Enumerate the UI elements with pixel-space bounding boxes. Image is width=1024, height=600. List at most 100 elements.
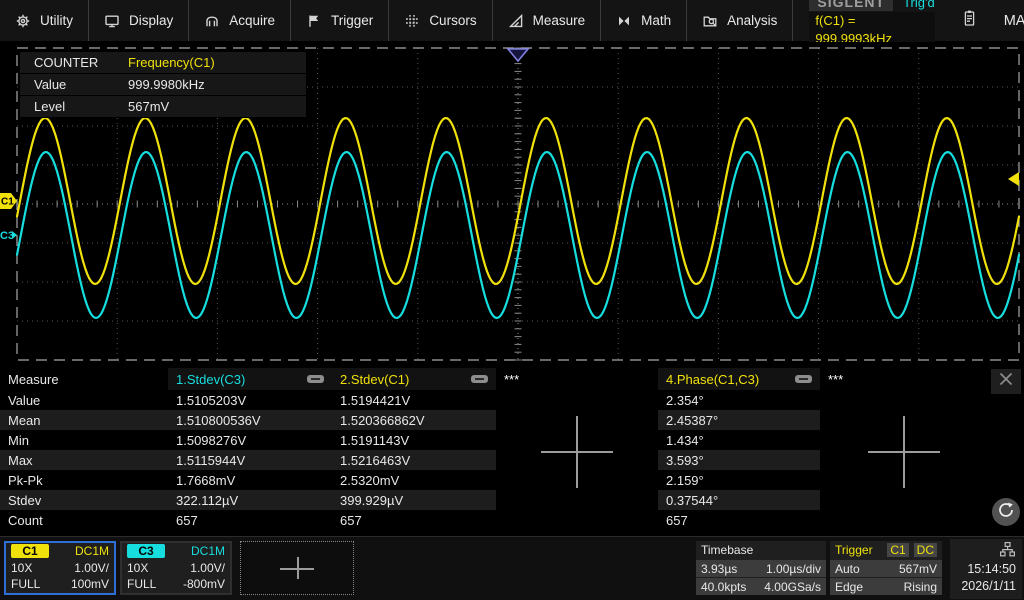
counter-value-label: Value xyxy=(20,77,128,92)
c3-zero-marker[interactable] xyxy=(12,231,17,239)
measure-value-cell xyxy=(820,390,988,410)
measure-value-cell: 0.37544° xyxy=(658,490,820,510)
measure-value-cell: 1.520366862V xyxy=(332,410,496,430)
trigger-box[interactable]: Trigger C1 DC Auto 567mV Edge Rising xyxy=(830,541,942,595)
menu-item-analysis[interactable]: Analysis xyxy=(687,0,793,41)
menu-item-acquire[interactable]: Acquire xyxy=(189,0,291,41)
offset-value: 100mV xyxy=(71,577,109,591)
menu-item-label: Acquire xyxy=(229,13,275,28)
timebase-box[interactable]: Timebase 3.93µs 1.00µs/div 40.0kpts 4.00… xyxy=(696,541,826,595)
menu-item-display[interactable]: Display xyxy=(89,0,189,41)
measure-value-cell: 1.5105203V xyxy=(168,390,332,410)
trigger-coupling-chip: DC xyxy=(914,543,937,557)
memory-depth: 40.0kpts xyxy=(701,580,746,594)
measure-row-label: Max xyxy=(0,450,168,470)
measure-value-cell: 3.593° xyxy=(658,450,820,470)
volts-per-div: 1.00V/ xyxy=(190,561,225,575)
menu-item-label: Measure xyxy=(533,13,586,28)
bandwidth-value: FULL xyxy=(127,577,156,591)
timebase-title: Timebase xyxy=(701,543,753,557)
measure-value-cell xyxy=(496,490,658,510)
close-measure-panel-button[interactable] xyxy=(991,369,1021,394)
menu-item-label: Display xyxy=(129,13,173,28)
menu-item-trigger[interactable]: Trigger xyxy=(291,0,389,41)
measure-value-cell xyxy=(496,390,658,410)
measure-value-cell: 399.929µV xyxy=(332,490,496,510)
counter-overlay: COUNTER Frequency(C1) Value 999.9980kHz … xyxy=(20,52,306,118)
system-time: 15:14:50 xyxy=(967,561,1016,578)
add-measurement-button[interactable] xyxy=(868,416,940,488)
channel-box-c1[interactable]: C1 DC1M 10X 1.00V/ FULL 100mV xyxy=(4,541,116,595)
measure-row-value: Value1.5105203V1.5194421V2.354° xyxy=(0,390,1024,410)
trigger-source-chip: C1 xyxy=(887,543,908,557)
add-measurement-button[interactable] xyxy=(541,416,613,488)
counter-value-row: Value 999.9980kHz xyxy=(20,74,306,96)
remove-measurement-button[interactable] xyxy=(471,375,488,383)
monitor-icon xyxy=(104,13,120,29)
measure-panel: Measure 1.Stdev(C3) 2.Stdev(C1) *** 4.Ph… xyxy=(0,368,1024,536)
reset-statistics-button[interactable] xyxy=(992,498,1020,526)
remove-measurement-button[interactable] xyxy=(307,375,324,383)
measure-value-cell: 1.5194421V xyxy=(332,390,496,410)
measure-value-cell: 322.112µV xyxy=(168,490,332,510)
measure-value-cell: 657 xyxy=(168,510,332,530)
c3-marker-label: C3 xyxy=(0,230,14,242)
trigger-level: 567mV xyxy=(899,562,937,576)
coupling-value: DC1M xyxy=(191,544,225,558)
counter-level-row: Level 567mV xyxy=(20,96,306,118)
channel-badge-c1: C1 xyxy=(11,544,49,558)
add-channel-button[interactable] xyxy=(240,541,354,595)
trigger-position-marker[interactable] xyxy=(508,49,528,61)
menu-item-measure[interactable]: Measure xyxy=(493,0,602,41)
remove-measurement-button[interactable] xyxy=(795,375,812,383)
counter-source: Frequency(C1) xyxy=(128,55,306,70)
clipboard-icon xyxy=(961,9,978,32)
measure-value-cell xyxy=(820,510,988,530)
counter-value: 999.9980kHz xyxy=(128,77,306,92)
refresh-icon xyxy=(997,501,1015,524)
menu-item-utility[interactable]: Utility xyxy=(0,0,89,41)
timebase-delay: 3.93µs xyxy=(701,562,737,576)
menu-bar: Utility Display Acquire Trigger Cur xyxy=(0,0,1024,42)
counter-level-label: Level xyxy=(20,99,128,114)
measure-value-cell: 1.7668mV xyxy=(168,470,332,490)
measure-row-label: Mean xyxy=(0,410,168,430)
measure-row-label: Count xyxy=(0,510,168,530)
measure-column-header-phase[interactable]: 4.Phase(C1,C3) xyxy=(658,368,820,390)
bowtie-icon xyxy=(616,13,632,29)
measure-column-header-empty-1[interactable]: *** xyxy=(496,368,658,390)
measure-row-label: Pk-Pk xyxy=(0,470,168,490)
trigger-level-marker[interactable] xyxy=(1008,172,1019,186)
menu-item-cursors[interactable]: Cursors xyxy=(389,0,492,41)
trigger-type: Edge xyxy=(835,580,863,594)
status-block: SIGLENT Trig'd f(C1) = 999.9993kHz xyxy=(809,0,934,41)
sample-rate: 4.00GSa/s xyxy=(764,580,821,594)
waveform-display: C1C3 COUNTER Frequency(C1) Value 999.998… xyxy=(0,42,1024,368)
measure-table-header: Measure 1.Stdev(C3) 2.Stdev(C1) *** 4.Ph… xyxy=(0,368,1024,390)
menu-item-label: Cursors xyxy=(429,13,476,28)
cursor-grid-icon xyxy=(404,13,420,29)
offset-value: -800mV xyxy=(183,577,225,591)
attenuation-value: 10X xyxy=(11,561,32,575)
coupling-value: DC1M xyxy=(75,544,109,558)
timebase-scale: 1.00µs/div xyxy=(766,562,821,576)
measure-value-cell: 2.45387° xyxy=(658,410,820,430)
folder-search-icon xyxy=(702,13,718,29)
measure-row-label: Min xyxy=(0,430,168,450)
measure-value-cell: 657 xyxy=(332,510,496,530)
flag-icon xyxy=(306,13,322,29)
system-date: 2026/1/11 xyxy=(961,578,1016,595)
menu-item-label: Utility xyxy=(40,13,73,28)
menu-item-math[interactable]: Math xyxy=(601,0,687,41)
trigger-status-badge: Trig'd xyxy=(903,0,935,10)
measure-column-header-empty-2[interactable]: *** xyxy=(820,368,988,390)
bottom-status-bar: C1 DC1M 10X 1.00V/ FULL 100mV C3 DC1M 10… xyxy=(0,536,1024,600)
menu-item-math-trace[interactable]: MATH xyxy=(935,0,1024,41)
measure-value-cell: 1.5191143V xyxy=(332,430,496,450)
measure-column-header-stdev-c3[interactable]: 1.Stdev(C3) xyxy=(168,368,332,390)
measure-value-cell: 1.434° xyxy=(658,430,820,450)
measure-row-label: Value xyxy=(0,390,168,410)
counter-level: 567mV xyxy=(128,99,306,114)
measure-column-header-stdev-c1[interactable]: 2.Stdev(C1) xyxy=(332,368,496,390)
channel-box-c3[interactable]: C3 DC1M 10X 1.00V/ FULL -800mV xyxy=(120,541,232,595)
